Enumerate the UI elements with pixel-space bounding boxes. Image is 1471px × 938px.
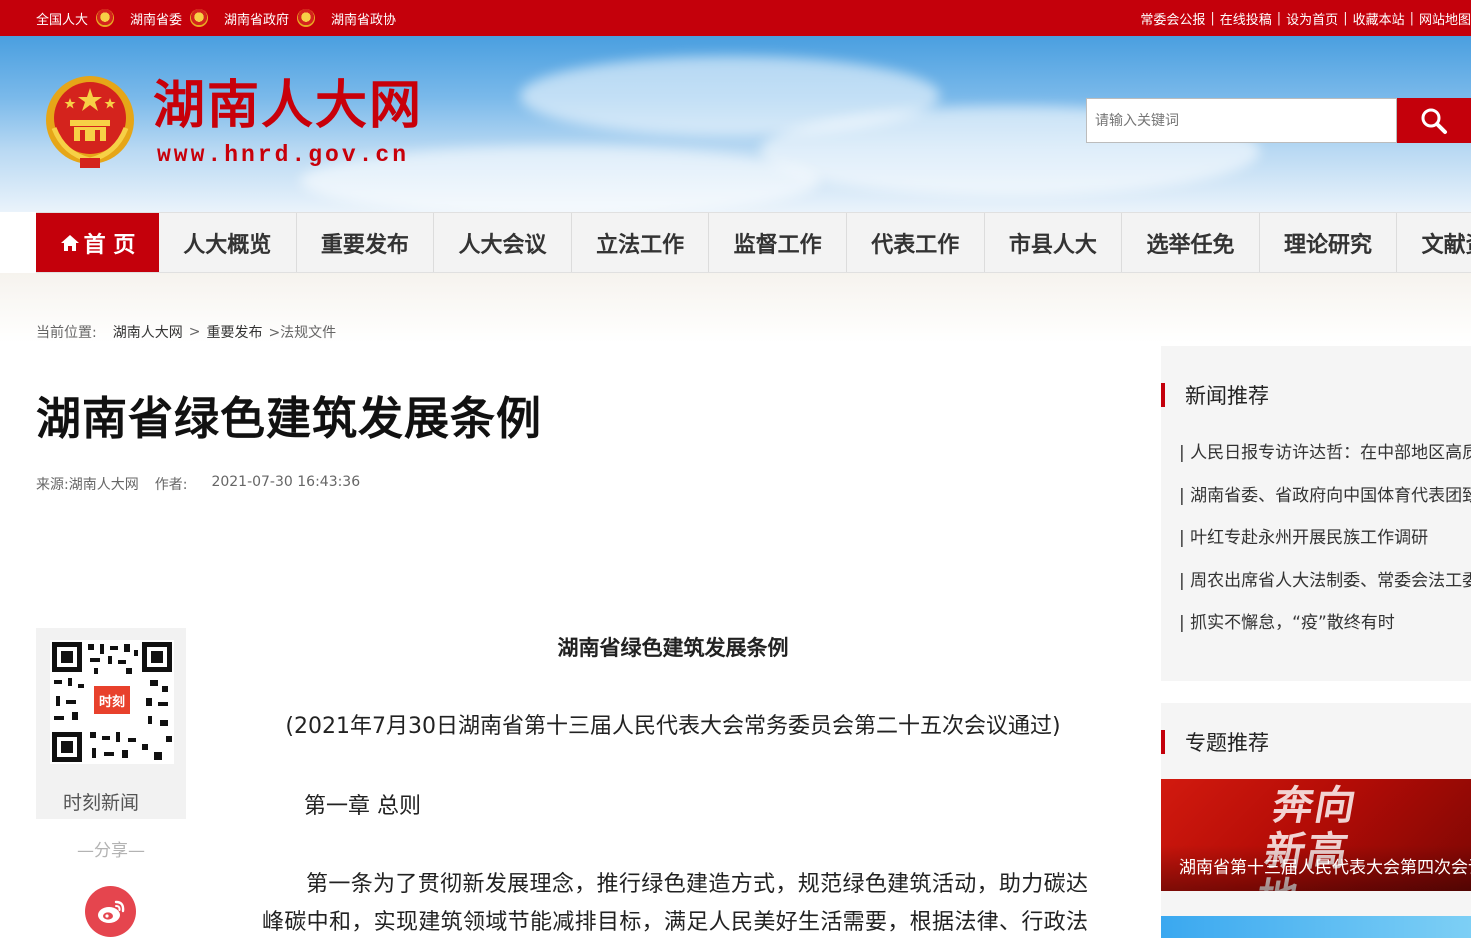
main-nav: 首 页 人大概览 重要发布 人大会议 立法工作 监督工作 代表工作 市县人大 选… [36, 212, 1471, 273]
national-emblem-icon [190, 9, 209, 27]
nav-item-meetings[interactable]: 人大会议 [434, 213, 572, 272]
article-paragraph: 第一条为了贯彻新发展理念，推行绿色建造方式，规范绿色建筑活动，助力碳达峰碳中和，… [262, 872, 1088, 935]
article-title: 湖南省绿色建筑发展条例 [36, 392, 543, 445]
separator: | [1276, 10, 1282, 26]
right-sidebar: 新闻推荐 | 人民日报专访许达哲：在中部地区高质量发展中彰显湖南担当 | 湖南省… [1161, 346, 1471, 938]
content-subtitle: (2021年7月30日湖南省第十三届人民代表大会常务委员会第二十五次会议通过) [285, 714, 1061, 739]
article-meta: 来源:湖南人大网 作者: 2021-07-30 16:43:36 [36, 474, 376, 494]
link-provincial-cppcc[interactable]: 湖南省政协 [331, 9, 396, 28]
search-icon [1421, 108, 1447, 134]
breadcrumb-label: 当前位置: [36, 325, 97, 341]
site-url: www.hnrd.gov.cn [157, 142, 410, 168]
news-recommend-panel: 新闻推荐 | 人民日报专访许达哲：在中部地区高质量发展中彰显湖南担当 | 湖南省… [1161, 346, 1471, 681]
link-label: 湖南省政协 [331, 12, 397, 28]
nav-item-supervision[interactable]: 监督工作 [709, 213, 847, 272]
cppcc-emblem-icon [297, 9, 316, 27]
link-bulletin[interactable]: 常委会公报 [1140, 9, 1205, 28]
breadcrumb: 当前位置: 湖南人大网 > 重要发布 >法规文件 [36, 322, 336, 342]
news-item[interactable]: | 人民日报专访许达哲：在中部地区高质量发展中彰显湖南担当 [1179, 440, 1471, 483]
link-provincial-committee[interactable]: 湖南省委 [130, 9, 209, 28]
nav-item-county-npc[interactable]: 市县人大 [985, 213, 1123, 272]
nav-item-representatives[interactable]: 代表工作 [847, 213, 985, 272]
share-label: —分享— [77, 841, 145, 861]
news-item[interactable]: | 叶红专赴永州开展民族工作调研 [1179, 525, 1471, 568]
qr-card: 时刻 时刻新闻 [36, 628, 186, 819]
link-bookmark[interactable]: 收藏本站 [1353, 9, 1405, 28]
search-input[interactable] [1086, 98, 1397, 143]
article-author: 作者: [154, 477, 188, 493]
news-item[interactable]: | 湖南省委、省政府向中国体育代表团致贺电 [1179, 483, 1471, 526]
link-label: 全国人大 [36, 12, 89, 28]
topic-banner-2[interactable] [1161, 916, 1471, 938]
weibo-share-button[interactable] [85, 886, 136, 937]
nav-item-theory[interactable]: 理论研究 [1260, 213, 1398, 272]
nav-item-label: 首 页 [83, 233, 136, 258]
national-emblem-logo[interactable] [44, 74, 136, 170]
nav-item-home[interactable]: 首 页 [36, 213, 159, 272]
article-source: 来源:湖南人大网 [36, 477, 139, 493]
breadcrumb-separator: > [188, 324, 201, 340]
nav-item-releases[interactable]: 重要发布 [297, 213, 435, 272]
site-header: 湖南人大网 www.hnrd.gov.cn [0, 36, 1471, 212]
qr-label: 时刻新闻 [62, 792, 139, 814]
breadcrumb-releases-link[interactable]: 重要发布 [206, 322, 262, 342]
link-set-homepage[interactable]: 设为首页 [1286, 9, 1338, 28]
site-title[interactable]: 湖南人大网 [153, 80, 423, 132]
title-accent-bar [1161, 730, 1165, 754]
link-provincial-government[interactable]: 湖南省政府 [224, 9, 316, 28]
news-item[interactable]: | 抓实不懈怠，“疫”散终有时 [1179, 610, 1471, 653]
link-sitemap[interactable]: 网站地图 [1419, 9, 1471, 28]
link-label: 湖南省委 [130, 12, 183, 28]
news-list: | 人民日报专访许达哲：在中部地区高质量发展中彰显湖南担当 | 湖南省委、省政府… [1179, 440, 1471, 653]
link-submit[interactable]: 在线投稿 [1220, 9, 1272, 28]
home-icon [60, 235, 79, 251]
nav-item-legislation[interactable]: 立法工作 [572, 213, 710, 272]
party-emblem-icon [96, 9, 115, 27]
news-panel-title-text: 新闻推荐 [1185, 384, 1269, 408]
top-bar: 全国人大 湖南省委 湖南省政府 湖南省政协 常委会公报 | 在线投稿 | 设为首… [0, 0, 1471, 36]
breadcrumb-current[interactable]: >法规文件 [268, 322, 336, 342]
top-bar-right-links: 常委会公报 | 在线投稿 | 设为首页 | 收藏本站 | 网站地图 [1140, 0, 1471, 36]
link-national-npc[interactable]: 全国人大 [36, 9, 115, 28]
search-button[interactable] [1397, 98, 1471, 143]
nav-item-documents[interactable]: 文献资料 [1397, 213, 1471, 272]
topic-panel-title: 专题推荐 [1161, 729, 1269, 755]
separator: | [1210, 10, 1215, 26]
topic-banner-caption: 湖南省第十三届人民代表大会第四次会议 [1161, 845, 1471, 891]
chapter-heading: 第一章 总则 [304, 794, 421, 819]
top-bar-left-links: 全国人大 湖南省委 湖南省政府 湖南省政协 [36, 0, 412, 36]
news-item[interactable]: | 周农出席省人大法制委、常委会法工委会议 [1179, 568, 1471, 611]
breadcrumb-home-link[interactable]: 湖南人大网 [113, 322, 183, 342]
topic-banner[interactable]: 奔向新高地 湖南省第十三届人民代表大会第四次会议 [1161, 779, 1471, 891]
qr-logo-text: 时刻 [99, 694, 125, 710]
article-datetime: 2021-07-30 16:43:36 [211, 474, 361, 490]
qr-code-image[interactable]: 时刻 [50, 640, 174, 764]
nav-item-elections[interactable]: 选举任免 [1122, 213, 1260, 272]
content-title: 湖南省绿色建筑发展条例 [557, 636, 789, 660]
nav-item-overview[interactable]: 人大概览 [159, 213, 297, 272]
news-panel-title: 新闻推荐 [1161, 382, 1269, 408]
topic-panel-title-text: 专题推荐 [1185, 731, 1269, 755]
separator: | [1343, 10, 1348, 26]
title-accent-bar [1161, 383, 1165, 407]
separator: | [1409, 10, 1414, 26]
link-label: 湖南省政府 [224, 12, 290, 28]
weibo-icon [97, 900, 124, 923]
